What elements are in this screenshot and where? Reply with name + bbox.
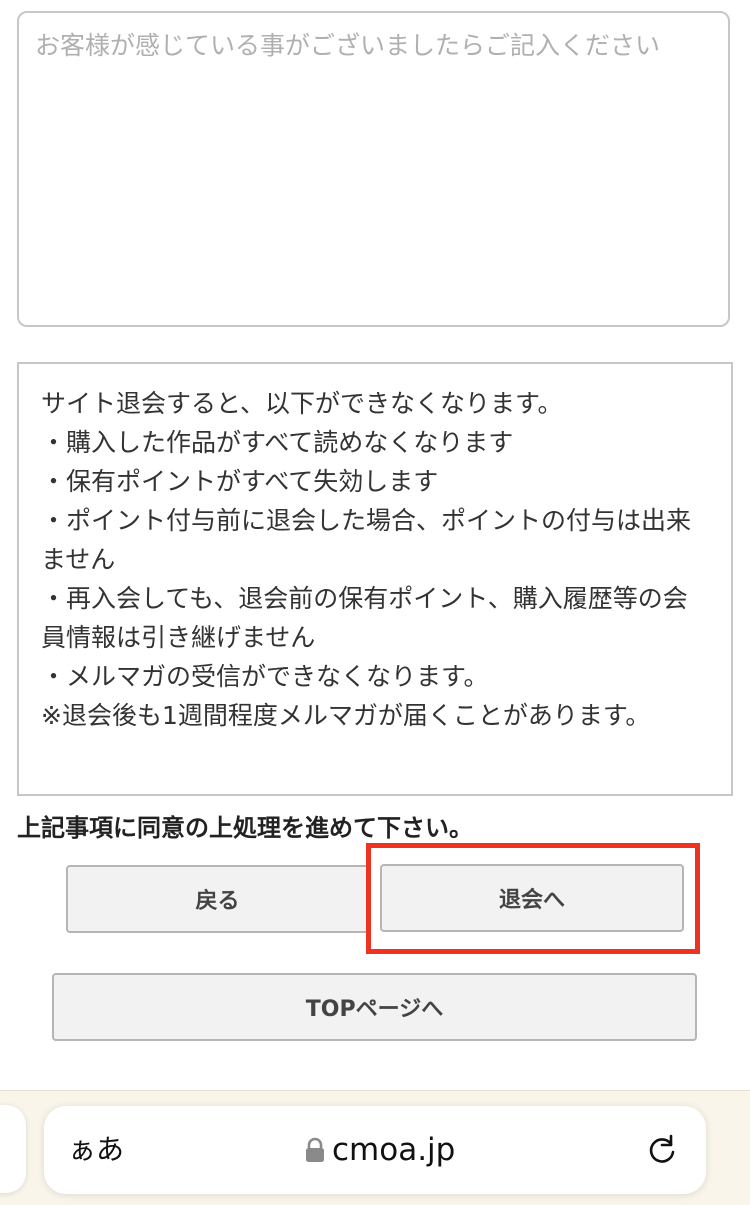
url-text: cmoa.jp <box>332 1132 456 1168</box>
notice-line-newsletter: ・メルマガの受信ができなくなります。 <box>41 662 489 691</box>
previous-tab-edge[interactable] <box>0 1105 26 1193</box>
feedback-textarea[interactable] <box>17 11 730 327</box>
notice-line-points-expire: ・保有ポイントがすべて失効します <box>41 467 439 496</box>
notice-line-rejoin: ・再入会しても、退会前の保有ポイント、購入履歴等の会員情報は引き継げません <box>41 584 688 652</box>
notice-line-newsletter-delay: ※退会後も1週間程度メルマガが届くことがあります。 <box>41 701 651 730</box>
notice-line-purchases: ・購入した作品がすべて読めなくなります <box>41 428 514 457</box>
address-bar[interactable]: ぁあ cmoa.jp <box>44 1106 706 1194</box>
withdrawal-page: サイト退会すると、以下ができなくなります。 ・購入した作品がすべて読めなくなりま… <box>0 0 750 1205</box>
url-display[interactable]: cmoa.jp <box>304 1128 455 1172</box>
notice-line-points-grant: ・ポイント付与前に退会した場合、ポイントの付与は出来ません <box>41 506 692 574</box>
back-button[interactable]: 戻る <box>66 865 369 933</box>
text-size-button[interactable]: ぁあ <box>68 1132 124 1168</box>
browser-toolbar: ぁあ cmoa.jp <box>0 1090 750 1205</box>
withdrawal-notice: サイト退会すると、以下ができなくなります。 ・購入した作品がすべて読めなくなりま… <box>17 362 733 796</box>
withdraw-button[interactable]: 退会へ <box>380 864 684 932</box>
reload-icon[interactable] <box>644 1132 680 1168</box>
notice-line-intro: サイト退会すると、以下ができなくなります。 <box>41 389 563 418</box>
agreement-instruction: 上記事項に同意の上処理を進めて下さい。 <box>17 814 473 842</box>
top-page-button[interactable]: TOPページへ <box>52 973 697 1041</box>
lock-icon <box>306 1137 324 1162</box>
